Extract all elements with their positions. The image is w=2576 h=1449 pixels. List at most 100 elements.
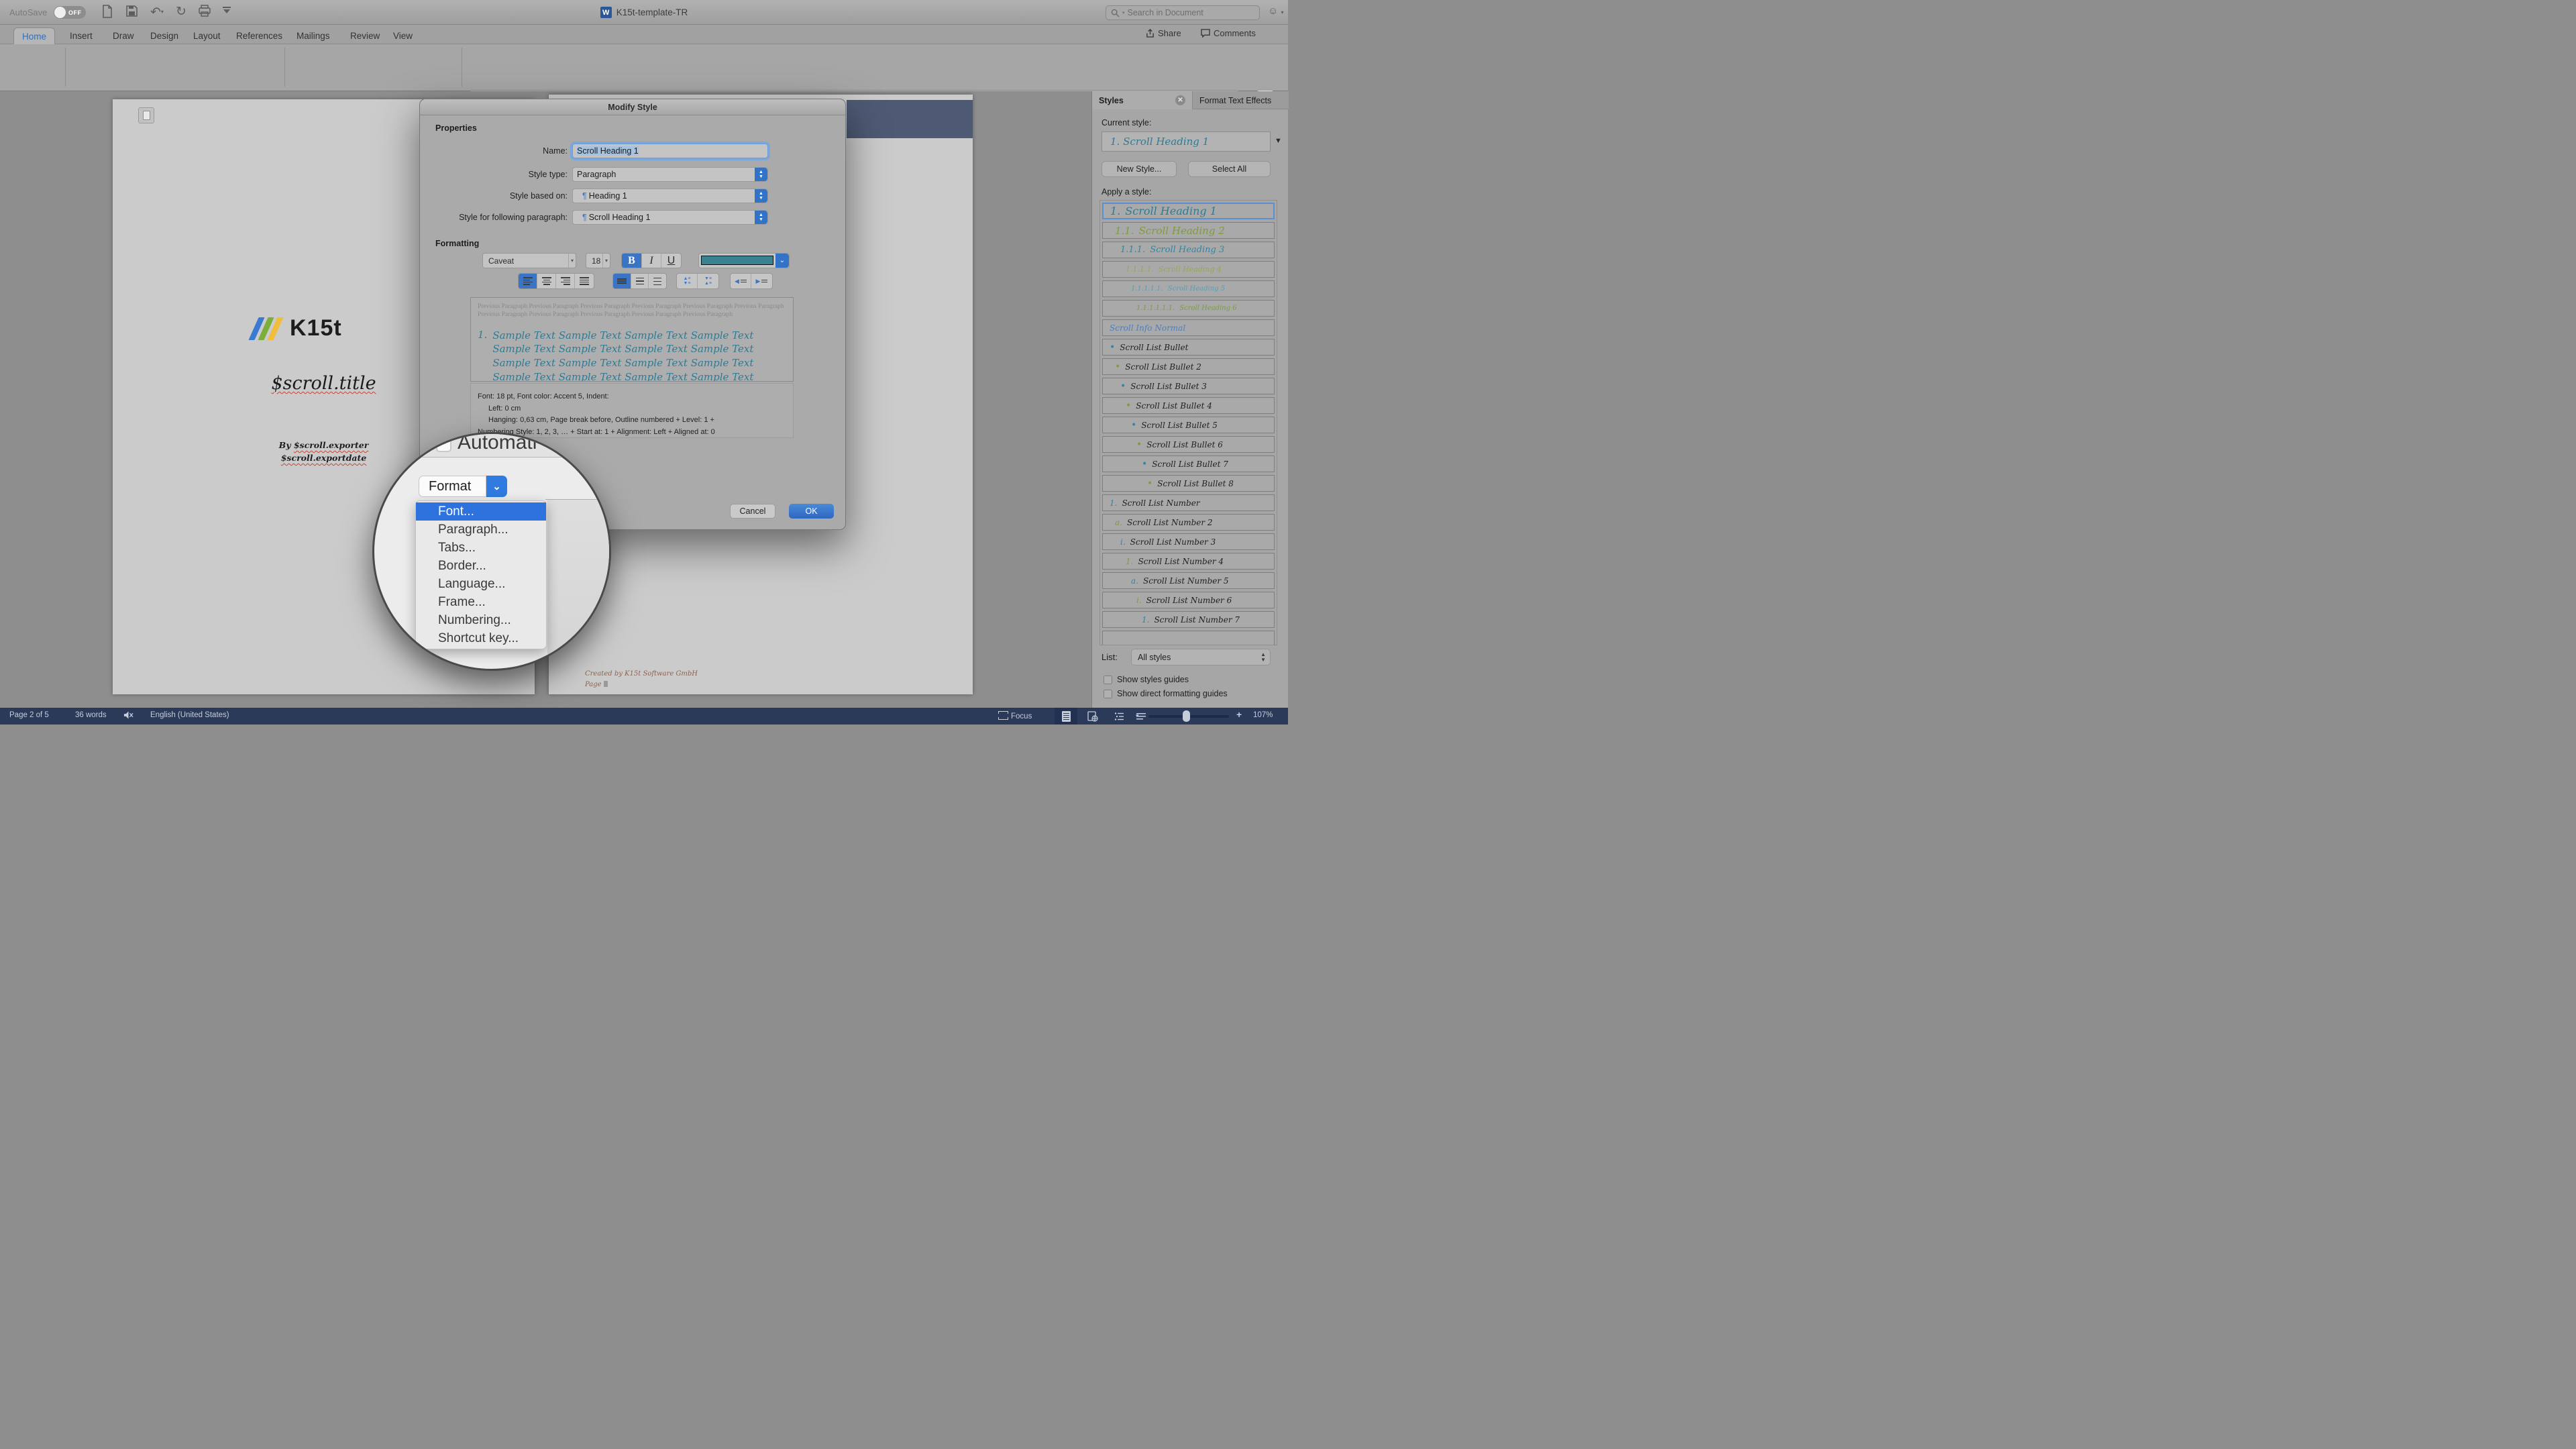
print-icon[interactable] [199, 5, 211, 17]
format-menu-item-paragraph[interactable]: Paragraph... [416, 521, 546, 539]
format-chevron-icon[interactable]: ⌄ [486, 476, 507, 497]
dialog-underline-button[interactable]: U [661, 254, 681, 268]
outline-view-button[interactable] [1108, 708, 1131, 724]
double-spacing-button[interactable] [649, 274, 666, 288]
ribbon-tab-mailings[interactable]: Mailings [288, 28, 338, 44]
select-all-button[interactable]: Select All [1188, 161, 1271, 177]
save-icon[interactable] [126, 5, 138, 17]
style-type-dropdown[interactable]: Paragraph ▲▼ [572, 167, 768, 182]
zoom-out-icon[interactable]: - [1136, 709, 1139, 720]
list-filter-dropdown[interactable]: All styles ▲▼ [1131, 649, 1271, 665]
ok-button[interactable]: OK [789, 504, 834, 519]
style-list-item[interactable]: •Scroll List Bullet 8 [1102, 475, 1275, 492]
print-layout-view-button[interactable] [1055, 708, 1077, 724]
style-list-item[interactable]: •Scroll List Bullet 6 [1102, 436, 1275, 453]
dialog-increase-indent-button[interactable]: ▶ [751, 274, 772, 288]
ribbon-tab-draw[interactable]: Draw [105, 28, 142, 44]
decrease-space-before-button[interactable]: ▼≡▲≡ [698, 274, 718, 288]
search-input[interactable]: ▾ Search in Document [1106, 5, 1260, 20]
dialog-align-left-button[interactable] [519, 274, 537, 288]
increase-space-before-button[interactable]: ▲≡▼≡ [677, 274, 698, 288]
format-menu-item-frame[interactable]: Frame... [416, 593, 546, 611]
style-name-input[interactable]: Scroll Heading 1 [572, 144, 768, 158]
style-list-item[interactable]: 1.Scroll Heading 1 [1102, 203, 1275, 219]
style-list-item[interactable]: 1.1.1.1.1.1.Scroll Heading 6 [1102, 300, 1275, 317]
style-list-item[interactable]: a.Scroll List Number 5 [1102, 572, 1275, 589]
redo-icon[interactable]: ↻ [176, 5, 186, 19]
format-menu-item-border[interactable]: Border... [416, 557, 546, 575]
style-list-item[interactable]: •Scroll List Bullet 7 [1102, 455, 1275, 472]
tab-format-text-effects[interactable]: Format Text Effects [1193, 91, 1278, 109]
style-list-item[interactable]: •Scroll List Bullet 5 [1102, 417, 1275, 433]
focus-button[interactable]: Focus [998, 711, 1032, 720]
style-list-item[interactable]: a.Scroll List Number 2 [1102, 514, 1275, 531]
toolbar-options-icon[interactable] [223, 7, 231, 13]
current-style-chevron-icon[interactable]: ▼ [1275, 137, 1282, 145]
dialog-align-right-button[interactable] [556, 274, 575, 288]
ribbon-tab-view[interactable]: View [385, 28, 421, 44]
style-list-item[interactable]: •Scroll List Bullet 3 [1102, 378, 1275, 394]
dialog-italic-button[interactable]: I [642, 254, 661, 268]
style-list-item[interactable]: i.Scroll List Number 3 [1102, 533, 1275, 550]
show-styles-guides-row[interactable]: Show styles guides [1104, 675, 1189, 684]
single-spacing-button[interactable] [613, 274, 631, 288]
dialog-decrease-indent-button[interactable]: ◀ [731, 274, 751, 288]
dialog-justify-button[interactable] [575, 274, 594, 288]
content-control-icon[interactable] [138, 107, 154, 123]
show-styles-guides-checkbox[interactable] [1104, 676, 1112, 684]
style-list-item[interactable]: 1.1.1.1.Scroll Heading 4 [1102, 261, 1275, 278]
ribbon-tab-insert[interactable]: Insert [62, 28, 101, 44]
format-menu-item-numbering[interactable]: Numbering... [416, 611, 546, 629]
new-style-button[interactable]: New Style... [1102, 161, 1177, 177]
style-list-item[interactable]: •Scroll List Bullet 4 [1102, 397, 1275, 414]
format-menu-item-font[interactable]: Font... [416, 502, 546, 521]
style-list-item[interactable]: 1.Scroll List Number 7 [1102, 611, 1275, 628]
style-list-item[interactable]: 1.Scroll List Number [1102, 494, 1275, 511]
style-list-item[interactable]: 1.Scroll List Number 4 [1102, 553, 1275, 570]
share-button[interactable]: Share [1146, 28, 1181, 38]
dialog-size-combo[interactable]: 18 ▾ [586, 253, 610, 268]
format-button[interactable]: Format [419, 476, 486, 497]
language-indicator[interactable]: English (United States) [150, 711, 229, 719]
style-list-item[interactable]: 1.1.1.Scroll Heading 3 [1102, 241, 1275, 258]
zoom-percentage[interactable]: 107% [1253, 711, 1273, 719]
style-list-item[interactable]: i.Scroll List Number 6 [1102, 592, 1275, 608]
close-icon[interactable]: ✕ [1175, 95, 1185, 105]
style-list-item[interactable]: 1.1.1.1.1.Scroll Heading 5 [1102, 280, 1275, 297]
show-direct-formatting-row[interactable]: Show direct formatting guides [1104, 689, 1228, 698]
web-layout-view-button[interactable] [1081, 708, 1104, 724]
following-dropdown[interactable]: ¶ Scroll Heading 1 ▲▼ [572, 210, 768, 225]
style-list-item[interactable]: •Scroll List Bullet 2 [1102, 358, 1275, 375]
ribbon-tab-layout[interactable]: Layout [185, 28, 229, 44]
page-indicator[interactable]: Page 2 of 5 [9, 711, 49, 719]
undo-icon[interactable]: ↶▾ [150, 5, 164, 20]
style-list-item[interactable] [1102, 631, 1275, 645]
tab-styles[interactable]: Styles ✕ [1092, 91, 1193, 109]
dialog-align-center-button[interactable] [537, 274, 556, 288]
format-menu-item-shortcut-key[interactable]: Shortcut key... [416, 629, 546, 647]
dialog-font-color-control[interactable]: ⌄ [698, 253, 790, 268]
ribbon-tab-references[interactable]: References [228, 28, 290, 44]
feedback-smiley-icon[interactable]: ☺ ▾ [1268, 5, 1284, 17]
word-count[interactable]: 36 words [75, 711, 107, 719]
dialog-bold-button[interactable]: B [622, 254, 642, 268]
autosave-toggle[interactable]: OFF [54, 6, 86, 19]
dialog-font-combo[interactable]: Caveat ▾ [482, 253, 576, 268]
ribbon-tab-design[interactable]: Design [142, 28, 186, 44]
ribbon-tab-review[interactable]: Review [342, 28, 388, 44]
new-document-icon[interactable] [102, 5, 113, 18]
style-list-item[interactable]: •Scroll List Bullet [1102, 339, 1275, 356]
one-half-spacing-button[interactable] [631, 274, 649, 288]
style-list-item[interactable]: 1.1.Scroll Heading 2 [1102, 222, 1275, 239]
style-list-item[interactable]: Scroll Info Normal [1102, 319, 1275, 336]
format-menu-item-language[interactable]: Language... [416, 575, 546, 593]
ribbon-tab-home[interactable]: Home [13, 28, 55, 44]
current-style-dropdown[interactable]: 1. Scroll Heading 1 [1102, 131, 1271, 152]
proofing-speaker-icon[interactable] [123, 710, 133, 722]
cancel-button[interactable]: Cancel [730, 504, 775, 519]
comments-button[interactable]: Comments [1201, 28, 1256, 38]
based-on-dropdown[interactable]: ¶ Heading 1 ▲▼ [572, 189, 768, 203]
zoom-slider-knob[interactable] [1183, 710, 1190, 722]
format-menu-item-tabs[interactable]: Tabs... [416, 539, 546, 557]
zoom-in-icon[interactable]: + [1236, 709, 1242, 720]
